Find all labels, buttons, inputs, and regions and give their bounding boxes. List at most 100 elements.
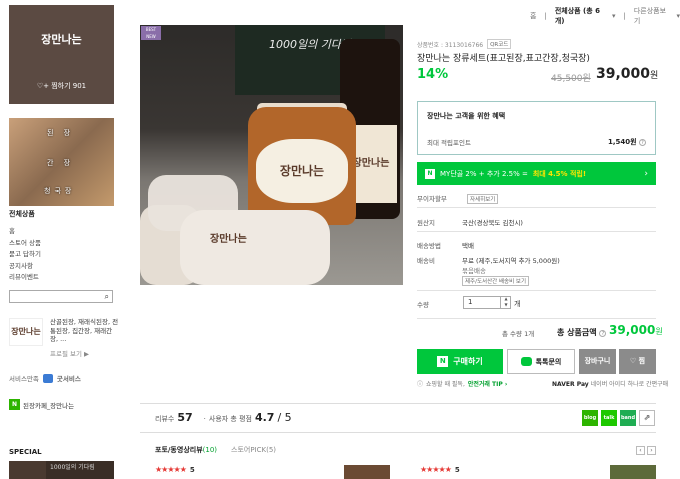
category-banner[interactable]: 된 장 간 장 청국장 <box>9 118 114 206</box>
review-summary: 리뷰수 57 · 사용자 총 평점 4.7 / 5 <box>155 411 292 424</box>
npay-point-banner[interactable]: N MY단골 2% + 추가 2.5% = 최대 4.5% 적립! › <box>417 162 656 185</box>
review-tabs: 포토/동영상리뷰(10) 스토어PICK(5) <box>155 445 276 455</box>
interest-detail-button[interactable]: 자세히보기 <box>466 194 499 204</box>
blog-share-icon[interactable]: blog <box>582 410 598 426</box>
heart-icon: ♡ <box>629 357 639 365</box>
max-points-label: 최대 적립포인트 <box>427 139 471 147</box>
store-name: 장만나는 <box>41 33 82 46</box>
nav-home[interactable]: 홈 <box>530 11 536 21</box>
benefit-box: 장만나는 고객을 위한 혜택 최대 적립포인트 1,540원 ? <box>417 101 656 155</box>
star-rating: ★★★★★ <box>155 465 187 474</box>
talk-share-icon[interactable]: talk <box>601 410 617 426</box>
separator: | <box>623 12 626 20</box>
talktalk-button[interactable]: 톡톡문의 <box>507 349 575 374</box>
store-description: 산골된장, 재래식된장, 전통된장, 집간장, 재래간장, ... <box>50 318 119 343</box>
quantity-stepper[interactable]: ▲ ▼ <box>500 296 511 309</box>
origin-label: 원산지 <box>417 219 435 227</box>
nav-other-products[interactable]: 다른상품보기 <box>634 6 669 26</box>
favorite-button[interactable]: ♡+ 찜하기 901 <box>9 81 114 91</box>
total-quantity: 총 수량 1개 <box>502 330 535 338</box>
divider <box>417 290 656 291</box>
tab-store-pick[interactable]: 스토어PICK(5) <box>231 445 276 455</box>
nav-category[interactable]: 전체상품 (총 6개) <box>555 6 604 26</box>
divider <box>417 318 656 319</box>
sidebar-title[interactable]: 전체상품 <box>9 209 35 219</box>
chevron-down-icon[interactable]: ▾ <box>676 12 680 20</box>
profile-link[interactable]: 프로필 보기 ▶ <box>50 348 89 358</box>
help-icon[interactable]: ? <box>639 139 646 146</box>
sidebar-search-input[interactable]: ⌕ <box>9 290 113 303</box>
star-rating: ★★★★★ <box>420 465 452 474</box>
qr-code-button[interactable]: QR코드 <box>487 39 512 49</box>
chevron-right-icon: › <box>644 168 648 179</box>
chevron-down-icon[interactable]: ▾ <box>612 12 616 20</box>
total-price: 39,000원 <box>609 323 663 337</box>
qty-unit: 개 <box>514 300 521 308</box>
cart-button[interactable]: 장바구니 <box>579 349 616 374</box>
info-icon: ⓘ <box>417 381 424 388</box>
sidebar-item-review-event[interactable]: 리뷰이벤트 <box>9 272 41 284</box>
review-photo[interactable] <box>344 465 390 479</box>
review-count: 57 <box>177 411 193 424</box>
interest-row: 무이자할부 자세히보기 <box>417 193 499 204</box>
island-fee-button[interactable]: 제주/도서산간 배송비 보기 <box>462 276 530 286</box>
sidebar-item-home[interactable]: 홈 <box>9 226 41 238</box>
review-score: 4.7 <box>254 411 275 424</box>
separator: | <box>544 12 547 20</box>
discount-rate: 14% <box>417 67 449 82</box>
review-photo[interactable] <box>610 465 656 479</box>
product-title: 장만나는 장류세트(표고된장,표고간장,청국장) <box>417 54 590 64</box>
zzim-button[interactable]: ♡ 찜 <box>619 349 656 374</box>
max-points-value: 1,540원 ? <box>608 137 646 147</box>
ship-value: 택배 <box>462 242 474 250</box>
next-page-button[interactable]: › <box>647 446 656 455</box>
review-item[interactable]: ★★★★★ 5 <box>420 465 460 474</box>
best-new-badge: BEST NEW <box>141 26 161 40</box>
prev-page-button[interactable]: ‹ <box>636 446 645 455</box>
review-item[interactable]: ★★★★★ 5 <box>155 465 195 474</box>
total-amount-label: 총 상품금액 ? <box>557 327 607 338</box>
ship-label: 배송방법 <box>417 242 441 250</box>
service-rating: 서비스만족 굿서비스 <box>9 373 81 383</box>
store-logo-thumb[interactable]: 장만나는 <box>9 318 43 346</box>
npay-banner-text: MY단골 2% + 추가 2.5% = <box>440 169 528 178</box>
sidebar-item-qna[interactable]: 묻고 답하기 <box>9 249 41 261</box>
heart-icon: ♡+ <box>36 82 52 90</box>
sidebar-item-notice[interactable]: 공지사항 <box>9 261 41 273</box>
jar-label: 장만나는 <box>256 139 348 203</box>
cafe-link[interactable]: N 된장카페_장만나는 <box>9 399 74 410</box>
help-icon[interactable]: ? <box>599 330 607 337</box>
safe-trade-link[interactable]: 안전거래 TIP › <box>468 379 507 388</box>
benefit-title: 장만나는 고객을 위한 혜택 <box>427 112 506 120</box>
sidebar-item-store-products[interactable]: 스토어 상품 <box>9 238 41 250</box>
banner-line: 간 장 <box>47 159 75 167</box>
share-icon[interactable]: ⇗ <box>639 410 655 426</box>
qty-label: 수량 <box>417 301 429 309</box>
divider <box>417 231 656 232</box>
npay-note: NAVER Pay 네이버 아이디 하나로 간편구매 <box>552 381 669 388</box>
banner-line: 된 장 <box>47 129 75 137</box>
naver-cafe-icon: N <box>9 399 20 410</box>
sidebar-menu: 홈 스토어 상품 묻고 답하기 공지사항 리뷰이벤트 <box>9 226 41 284</box>
store-profile[interactable]: 장만나는 ♡+ 찜하기 901 <box>9 5 114 104</box>
sale-price: 39,000원 <box>596 66 659 82</box>
review-pager: ‹ › <box>636 446 656 455</box>
tab-photo-review[interactable]: 포토/동영상리뷰(10) <box>155 445 217 455</box>
share-icons: blog talk band ⇗ <box>582 410 655 426</box>
safe-trade-note: ⓘ 쇼핑할 때 필독, 안전거래 TIP › <box>417 379 508 388</box>
special-thumb-text[interactable]: 1000일의 기다림 <box>46 461 114 479</box>
naver-n-icon: N <box>425 168 435 179</box>
band-share-icon[interactable]: band <box>620 410 636 426</box>
naver-pay-logo: NAVER Pay <box>552 381 589 388</box>
cafe-label: 된장카페_장만나는 <box>23 401 75 410</box>
fee-value: 무료 (제주,도서지역 추가 5,000원) <box>462 257 560 265</box>
search-icon[interactable]: ⌕ <box>105 292 109 302</box>
thumbs-up-icon <box>42 373 53 383</box>
original-price: 45,500원 <box>551 74 591 84</box>
divider <box>417 207 656 208</box>
banner-line: 청국장 <box>44 187 76 195</box>
product-code: 상품번호 : 3113016766 QR코드 <box>417 39 512 49</box>
product-image[interactable]: 1000일의 기다림 장만나는 장만나는 장만나는 <box>140 25 403 285</box>
buy-button[interactable]: N 구매하기 <box>417 349 503 374</box>
npay-banner-highlight: 최대 4.5% 적립! <box>532 169 587 178</box>
